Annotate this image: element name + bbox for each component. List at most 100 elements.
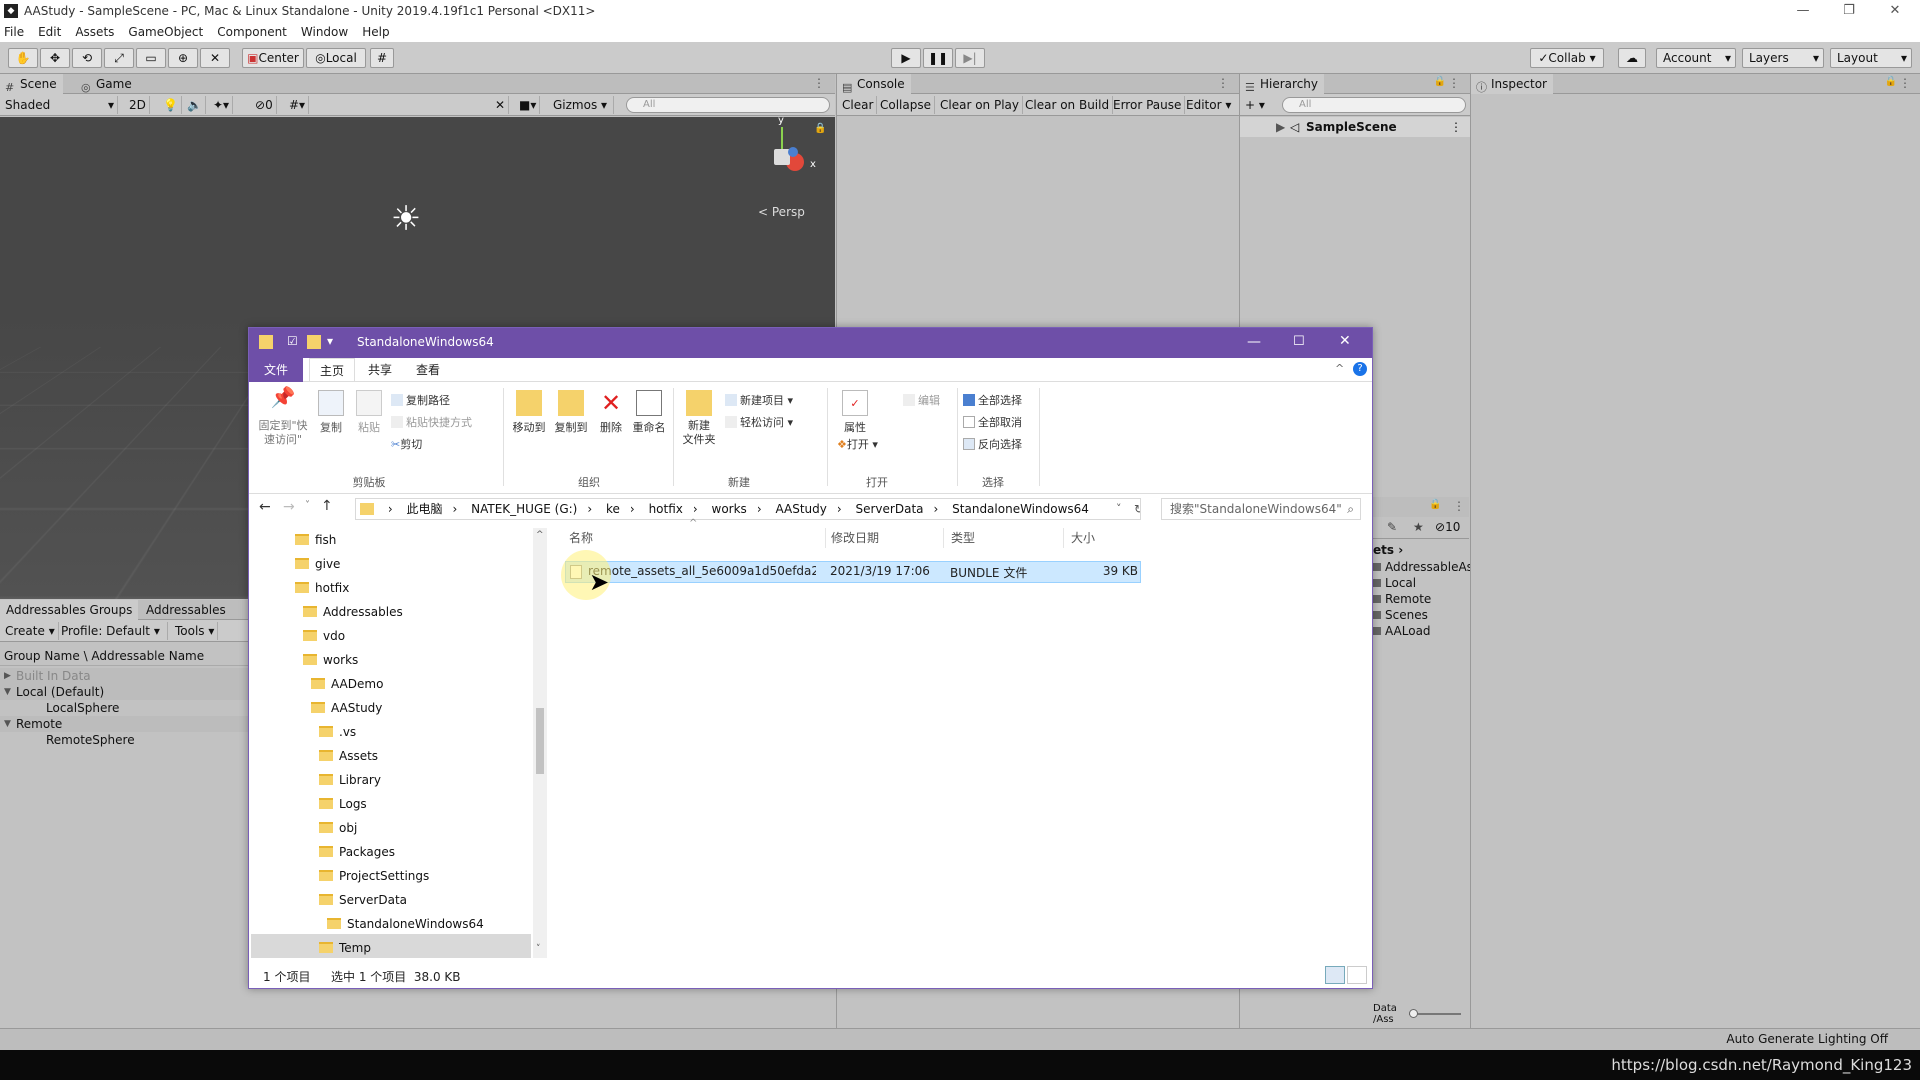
menu-file[interactable]: File — [4, 25, 24, 39]
scrollbar-thumb[interactable] — [536, 708, 544, 774]
layout-dropdown[interactable]: Layout ▾ — [1830, 48, 1912, 68]
addressables-row[interactable]: ▼ Local (Default) — [0, 684, 248, 700]
project-lock-icon[interactable]: 🔒 — [1429, 499, 1441, 510]
explorer-minimize-button[interactable]: — — [1247, 334, 1261, 350]
snap-icon[interactable]: # — [370, 48, 394, 68]
tab-file[interactable]: 文件 — [249, 358, 303, 382]
project-zoom-handle[interactable] — [1409, 1009, 1418, 1018]
custom-tool-icon[interactable]: ✕ — [200, 48, 230, 68]
tree-item[interactable]: Assets — [319, 744, 378, 768]
back-icon[interactable]: ← — [259, 499, 271, 515]
hierarchy-search-input[interactable]: All — [1282, 97, 1466, 113]
effects-icon[interactable]: ✦▾ — [210, 96, 234, 114]
create-dropdown[interactable]: Create ▾ — [2, 622, 59, 640]
path-segment[interactable]: works — [712, 502, 747, 516]
audio-icon[interactable]: 🔈 — [184, 96, 206, 114]
paste-button[interactable]: 粘贴 — [353, 390, 385, 435]
tree-item[interactable]: hotfix — [295, 576, 349, 600]
restore-button[interactable]: ❐ — [1826, 0, 1872, 22]
menu-window[interactable]: Window — [301, 25, 348, 39]
hidden-objects-toggle[interactable]: ⊘0 — [252, 96, 277, 114]
orientation-gizmo[interactable]: y x — [752, 117, 816, 187]
select-none-button[interactable]: 全部取消 — [963, 414, 1022, 430]
column-name-header[interactable]: 名称 — [569, 526, 593, 550]
transform-tool-icon[interactable]: ⊕ — [168, 48, 198, 68]
tab-hierarchy[interactable]: ☰ Hierarchy — [1240, 74, 1325, 94]
cloud-icon[interactable]: ☁ — [1618, 48, 1646, 68]
camera-icon[interactable]: ■▾ — [516, 96, 541, 114]
new-folder-button[interactable]: 新建 文件夹 — [679, 390, 719, 447]
scale-tool-icon[interactable]: ⤢ — [104, 48, 134, 68]
tools-dropdown[interactable]: Tools ▾ — [172, 622, 219, 640]
expand-arrow-icon[interactable]: ▼ — [4, 684, 11, 700]
addressables-row[interactable]: RemoteSphere — [0, 732, 248, 748]
tab-scene[interactable]: # Scene — [0, 74, 63, 94]
up-icon[interactable]: ↑ — [321, 498, 333, 514]
layers-dropdown[interactable]: Layers ▾ — [1742, 48, 1824, 68]
tree-item[interactable]: .vs — [319, 720, 356, 744]
lock-icon[interactable]: 🔒 — [814, 123, 826, 134]
tools-icon[interactable]: ✕ — [492, 96, 510, 114]
tab-addressables-groups[interactable]: Addressables Groups — [0, 600, 139, 620]
project-item[interactable]: Local — [1373, 575, 1469, 591]
scene-search-input[interactable]: All — [626, 97, 830, 113]
project-hidden-count[interactable]: ⊘10 — [1435, 520, 1460, 534]
menu-assets[interactable]: Assets — [75, 25, 114, 39]
move-to-button[interactable]: 移动到 — [509, 390, 549, 435]
hierarchy-menu-icon[interactable]: ⋮ — [1448, 76, 1460, 90]
copy-path-button[interactable]: 复制路径 — [391, 392, 450, 408]
path-segment[interactable]: ke — [606, 502, 620, 516]
forward-icon[interactable]: → — [283, 499, 295, 515]
tree-item[interactable]: Packages — [319, 840, 395, 864]
menu-help[interactable]: Help — [362, 25, 389, 39]
ribbon-collapse-icon[interactable]: ^ — [1335, 362, 1344, 375]
console-clear-on-build-button[interactable]: Clear on Build — [1022, 96, 1114, 114]
address-bar[interactable]: › 此电脑 › NATEK_HUGE (G:) › ke › hotfix › work… — [355, 498, 1141, 520]
select-all-button[interactable]: 全部选择 — [963, 392, 1022, 408]
open-button[interactable]: ❖打开 ▾ — [837, 436, 878, 452]
project-item[interactable]: Scenes — [1373, 607, 1469, 623]
path-segment[interactable]: AAStudy — [775, 502, 826, 516]
path-segment[interactable]: NATEK_HUGE (G:) — [471, 502, 577, 516]
navigation-scrollbar[interactable]: ^ ˅ — [533, 528, 547, 958]
lighting-status[interactable]: Auto Generate Lighting Off — [1726, 1032, 1888, 1046]
move-tool-icon[interactable]: ✥ — [40, 48, 70, 68]
addressables-row[interactable]: ▶ Built In Data — [0, 668, 248, 684]
properties-quick-icon[interactable]: ☑ — [287, 334, 298, 348]
cut-button[interactable]: ✂剪切 — [391, 436, 422, 452]
rotate-tool-icon[interactable]: ⟲ — [72, 48, 102, 68]
console-editor-dropdown[interactable]: Editor ▾ — [1183, 96, 1237, 114]
tree-item[interactable]: Logs — [319, 792, 367, 816]
expand-arrow-icon[interactable]: ▶ — [1276, 117, 1285, 137]
column-divider[interactable] — [1063, 528, 1064, 548]
inspector-menu-icon[interactable]: ⋮ — [1899, 76, 1911, 90]
addressables-row[interactable]: LocalSphere — [0, 700, 248, 716]
details-view-icon[interactable] — [1325, 966, 1345, 984]
tab-addressables-profiler[interactable]: Addressables Prof — [140, 600, 248, 637]
column-size-header[interactable]: 大小 — [1071, 526, 1095, 550]
console-clear-on-play-button[interactable]: Clear on Play — [937, 96, 1023, 114]
scene-row-menu-icon[interactable]: ⋮ — [1450, 117, 1462, 137]
project-label-icon[interactable]: ✎ — [1387, 520, 1397, 534]
menu-gameobject[interactable]: GameObject — [128, 25, 203, 39]
console-error-pause-button[interactable]: Error Pause — [1110, 96, 1186, 114]
play-button[interactable]: ▶ — [891, 48, 921, 68]
sun-light-icon[interactable]: ☀ — [386, 199, 426, 239]
scroll-up-icon[interactable]: ^ — [536, 530, 544, 540]
pin-quick-access-button[interactable]: 📌 固定到"快 速访问" — [255, 387, 311, 447]
new-item-button[interactable]: 新建项目 ▾ — [725, 392, 793, 408]
rename-button[interactable]: 重命名 — [629, 390, 669, 435]
project-menu-icon[interactable]: ⋮ — [1453, 499, 1465, 513]
tab-view[interactable]: 查看 — [405, 358, 451, 382]
explorer-maximize-button[interactable]: ☐ — [1293, 334, 1305, 349]
menu-component[interactable]: Component — [217, 25, 287, 39]
collab-button[interactable]: ✓Collab ▾ — [1530, 48, 1604, 68]
tab-console[interactable]: ▤ Console — [837, 74, 911, 94]
tab-inspector[interactable]: ⓘ Inspector — [1471, 74, 1553, 94]
path-segment[interactable]: ServerData — [856, 502, 924, 516]
tree-item[interactable]: Temp — [319, 936, 371, 958]
minimize-button[interactable]: — — [1780, 0, 1826, 22]
hierarchy-lock-icon[interactable]: 🔒 — [1434, 76, 1446, 87]
project-item[interactable]: AALoad — [1373, 623, 1469, 639]
tree-item[interactable]: Library — [319, 768, 381, 792]
